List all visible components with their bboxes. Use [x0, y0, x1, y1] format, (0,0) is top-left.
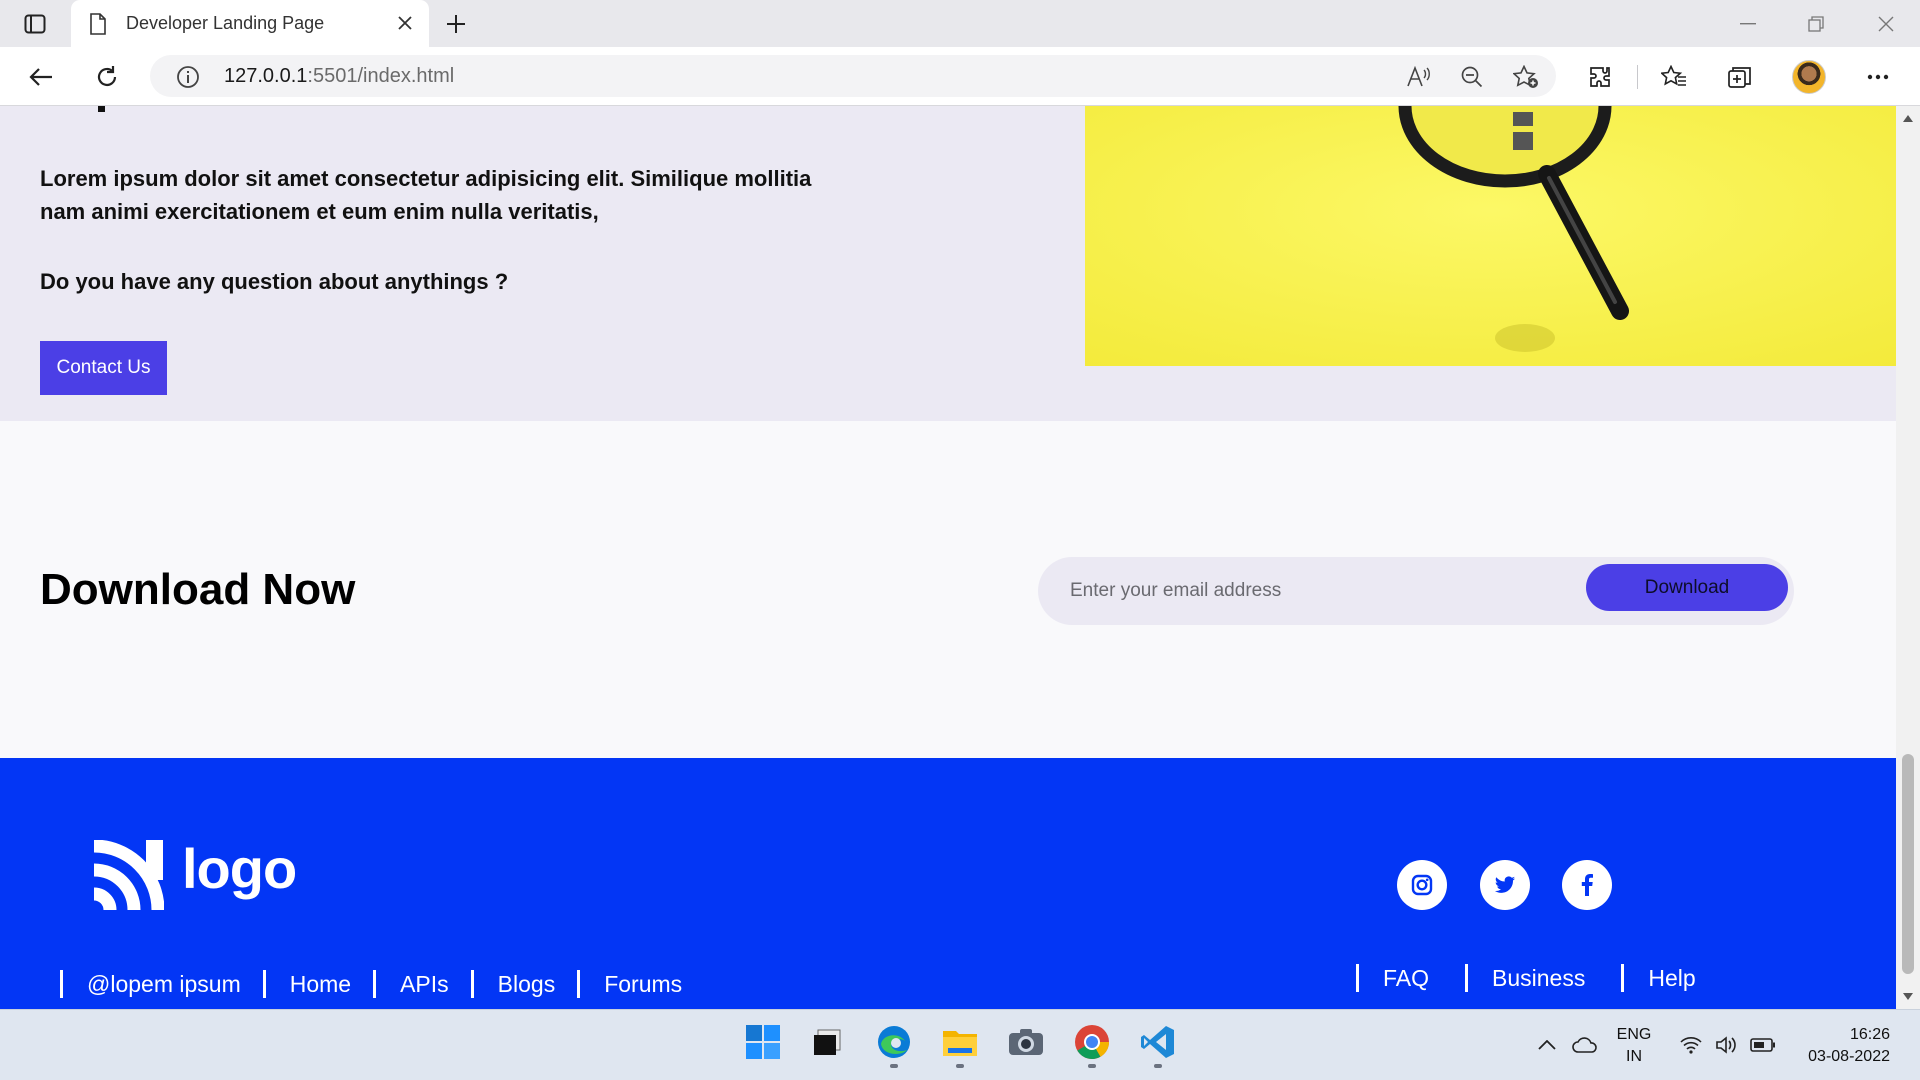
task-view-icon[interactable] — [805, 1020, 849, 1064]
file-explorer-icon[interactable] — [938, 1020, 982, 1068]
add-favorite-icon[interactable] — [1512, 63, 1540, 91]
zoom-out-icon[interactable] — [1458, 63, 1486, 91]
download-heading: Download Now — [40, 565, 356, 614]
magnifier-illustration — [1085, 106, 1896, 366]
footer-link-home[interactable]: Home — [262, 970, 373, 998]
browser-tab-active[interactable]: Developer Landing Page — [71, 0, 429, 48]
contact-section: Lorem ipsum dolor sit amet consectetur a… — [0, 106, 1896, 421]
contact-us-button[interactable]: Contact Us — [40, 341, 167, 395]
download-section: Download Now Download — [0, 421, 1896, 758]
scroll-down-icon[interactable] — [1902, 990, 1914, 1002]
email-download-form: Download — [1038, 557, 1794, 625]
clipped-heading-fragment — [98, 106, 105, 112]
profile-avatar[interactable] — [1792, 60, 1826, 94]
footer-link-forums[interactable]: Forums — [577, 970, 704, 998]
battery-icon[interactable] — [1750, 1032, 1776, 1058]
browser-toolbar: 127.0.0.1:5501/index.html — [0, 47, 1920, 106]
question-text: Do you have any question about anythings… — [40, 269, 509, 294]
restore-icon[interactable] — [1796, 8, 1836, 40]
onedrive-cloud-icon[interactable] — [1572, 1032, 1598, 1058]
vscode-icon[interactable] — [1136, 1020, 1180, 1068]
address-field[interactable]: 127.0.0.1:5501/index.html — [150, 55, 1556, 97]
windows-start-icon[interactable] — [741, 1020, 785, 1064]
tab-title: Developer Landing Page — [126, 13, 325, 33]
camera-icon[interactable] — [1004, 1020, 1048, 1064]
footer-link-business[interactable]: Business — [1465, 964, 1621, 992]
page-viewport: Lorem ipsum dolor sit amet consectetur a… — [0, 106, 1896, 1009]
site-footer: logo @lopem ipsum Home APIs Blogs Forums… — [0, 758, 1896, 1009]
site-info-icon[interactable] — [176, 65, 200, 93]
footer-link-help[interactable]: Help — [1621, 964, 1717, 992]
language-indicator[interactable]: ENG IN — [1612, 1024, 1656, 1068]
more-options-icon[interactable] — [1862, 61, 1894, 93]
close-tab-icon[interactable] — [393, 11, 417, 35]
chevron-up-icon[interactable] — [1534, 1032, 1560, 1058]
footer-links-left: @lopem ipsum Home APIs Blogs Forums — [60, 970, 704, 998]
extensions-icon[interactable] — [1584, 61, 1616, 93]
minimize-icon[interactable] — [1728, 8, 1768, 40]
read-aloud-icon[interactable] — [1404, 63, 1432, 91]
email-input[interactable] — [1070, 571, 1570, 611]
logo-icon — [92, 839, 165, 916]
twitter-icon[interactable] — [1480, 860, 1530, 910]
footer-link-faq[interactable]: FAQ — [1356, 964, 1465, 992]
system-clock[interactable]: 16:26 03-08-2022 — [1790, 1024, 1890, 1068]
page-icon — [89, 13, 107, 39]
tab-actions-icon[interactable] — [20, 10, 50, 38]
intro-paragraph: Lorem ipsum dolor sit amet consectetur a… — [40, 166, 812, 224]
collections-icon[interactable] — [1724, 61, 1756, 93]
favorites-icon[interactable] — [1658, 61, 1690, 93]
footer-link-lopem[interactable]: @lopem ipsum — [60, 970, 263, 998]
facebook-icon[interactable] — [1562, 860, 1612, 910]
logo-text: logo — [182, 837, 297, 900]
footer-links-right: FAQ Business Help — [1356, 964, 1718, 992]
scroll-up-icon[interactable] — [1902, 112, 1914, 124]
toolbar-separator — [1637, 65, 1638, 89]
wifi-icon[interactable] — [1678, 1032, 1704, 1058]
refresh-icon[interactable] — [90, 60, 124, 94]
magnifier-image — [1085, 106, 1896, 366]
back-arrow-icon[interactable] — [24, 60, 58, 94]
instagram-icon[interactable] — [1397, 860, 1447, 910]
scroll-thumb[interactable] — [1902, 754, 1914, 974]
edge-browser-icon[interactable] — [872, 1020, 916, 1068]
close-window-icon[interactable] — [1866, 8, 1906, 40]
footer-link-blogs[interactable]: Blogs — [470, 970, 578, 998]
windows-taskbar: ENG IN 16:26 03-08-2022 — [0, 1009, 1920, 1080]
download-button[interactable]: Download — [1586, 564, 1788, 611]
footer-link-apis[interactable]: APIs — [373, 970, 471, 998]
page-scrollbar[interactable] — [1896, 106, 1920, 1009]
new-tab-icon[interactable] — [440, 8, 472, 40]
chrome-browser-icon[interactable] — [1070, 1020, 1114, 1068]
volume-icon[interactable] — [1714, 1032, 1740, 1058]
url-text[interactable]: 127.0.0.1:5501/index.html — [224, 65, 454, 88]
browser-tab-bar: Developer Landing Page — [0, 0, 1920, 48]
